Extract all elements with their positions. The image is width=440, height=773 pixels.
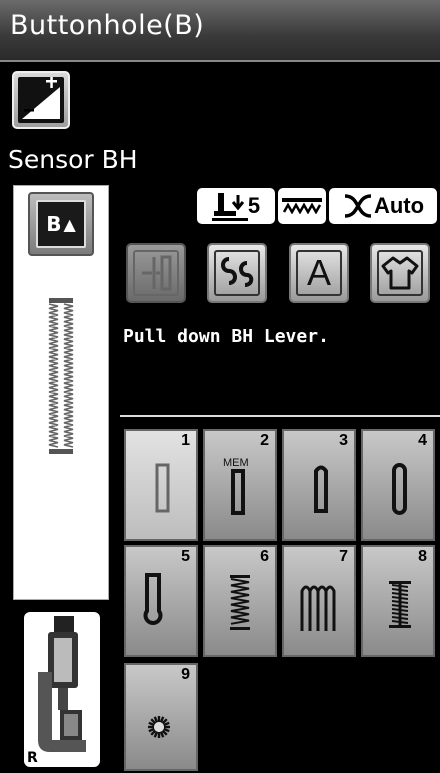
stitch-button-7[interactable]: 7	[282, 545, 356, 657]
presser-pressure-display[interactable]: 5	[197, 188, 275, 224]
square-buttonhole-icon	[155, 463, 170, 513]
stitch-button-8[interactable]: 8	[361, 545, 435, 657]
stitch-button-3[interactable]: 3	[282, 429, 356, 541]
pattern-combine-button[interactable]	[207, 243, 267, 303]
thread-tension-icon	[344, 194, 372, 218]
title-bar: Buttonhole(B)	[0, 0, 440, 62]
stitch-preview-panel: B ▲	[13, 185, 109, 600]
sewing-screen: Buttonhole(B) Sensor BH B ▲ R 5 Auto A P…	[0, 0, 440, 771]
round-end-buttonhole-icon	[314, 465, 328, 513]
round-both-ends-buttonhole-icon	[392, 463, 407, 515]
stretch-buttonhole-icon	[230, 575, 250, 630]
foot-label: R	[27, 750, 38, 766]
buttonhole-direction-button[interactable]: B ▲	[28, 192, 94, 256]
stitch-button-5[interactable]: 5	[124, 545, 198, 657]
presser-foot-indicator: R	[24, 612, 100, 767]
stitch-button-2[interactable]: 2 MEM	[203, 429, 277, 541]
letter-a-icon: A	[296, 250, 342, 296]
buttonhole-up-icon: B ▲	[36, 200, 86, 248]
heirloom-buttonhole-icon	[300, 585, 336, 631]
bh-letter: B	[46, 212, 62, 236]
thread-tension-display[interactable]: Auto	[329, 188, 437, 224]
presser-pressure-value: 5	[247, 193, 261, 218]
thread-tension-value: Auto	[373, 193, 425, 218]
stitch-button-4[interactable]: 4	[361, 429, 435, 541]
stitch-button-6[interactable]: 6	[203, 545, 277, 657]
buttonhole-foot-icon	[38, 616, 86, 752]
tie-off-icon	[133, 250, 179, 296]
welted-buttonhole-icon	[389, 581, 411, 628]
page-title: Buttonhole(B)	[10, 10, 205, 41]
pattern-combine-icon	[214, 250, 260, 296]
tie-off-button[interactable]	[126, 243, 186, 303]
stitch-button-1[interactable]: 1	[124, 429, 198, 541]
presser-foot-pressure-icon	[211, 193, 248, 221]
buttonhole-preview-icon	[48, 298, 74, 454]
shirt-icon	[377, 250, 423, 296]
edit-button[interactable]	[12, 71, 70, 129]
garment-guide-button[interactable]	[370, 243, 430, 303]
mode-label: Sensor BH	[8, 145, 138, 174]
status-message: Pull down BH Lever.	[123, 326, 329, 347]
letter-a-label: A	[306, 252, 331, 293]
feed-dog-display[interactable]	[278, 188, 326, 224]
feed-dog-icon	[282, 198, 322, 214]
keyhole-buttonhole-icon	[143, 573, 163, 625]
memory-buttonhole-icon	[231, 469, 245, 515]
eyelet-icon	[148, 716, 170, 738]
edit-plus-minus-icon	[18, 77, 64, 123]
letter-mode-button[interactable]: A	[289, 243, 349, 303]
stitch-button-9[interactable]: 9	[124, 663, 198, 771]
divider	[120, 415, 440, 417]
